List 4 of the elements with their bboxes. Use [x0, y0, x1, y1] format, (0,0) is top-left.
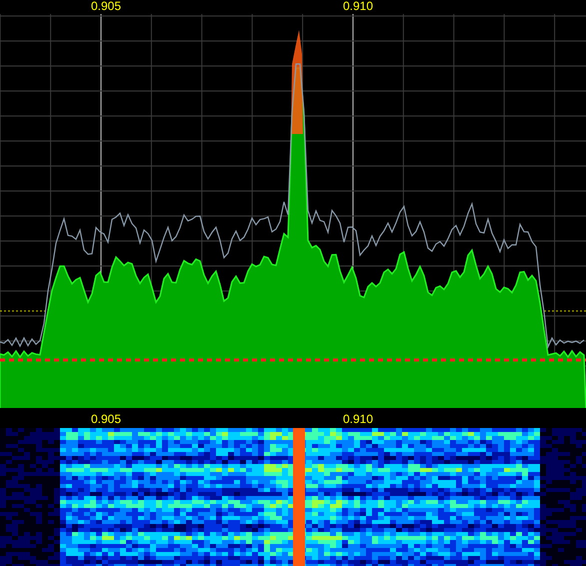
frequency-label: 0.910 — [342, 413, 374, 425]
frequency-label: 0.905 — [90, 413, 122, 425]
frequency-label: 0.910 — [342, 0, 374, 12]
frequency-label: 0.905 — [90, 0, 122, 12]
